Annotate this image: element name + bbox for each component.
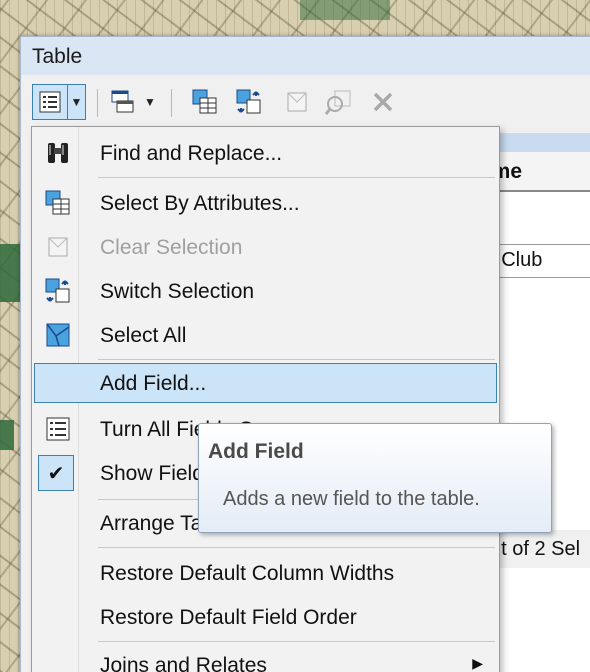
field-list-icon <box>44 415 72 443</box>
table-options-menu: Find and Replace... Select By Attributes… <box>31 126 500 672</box>
tooltip-title: Add Field <box>208 440 304 463</box>
menu-item-label: Switch Selection <box>100 280 255 303</box>
clear-selection-icon <box>287 92 307 112</box>
menu-item-joins-and-relates[interactable]: Joins and Relates ▶ <box>34 645 497 672</box>
menu-separator <box>98 177 495 178</box>
checkmark-icon: ✔ <box>38 455 74 491</box>
menu-item-switch-selection[interactable]: Switch Selection <box>34 271 497 311</box>
submenu-arrow-icon: ▶ <box>472 655 483 671</box>
window-title: Table <box>32 45 83 68</box>
table-options-icon <box>39 91 61 113</box>
related-tables-icon <box>111 90 134 113</box>
toolbar-separator <box>171 89 172 117</box>
delete-selected-button[interactable] <box>365 84 401 120</box>
menu-separator <box>98 547 495 548</box>
menu-item-label: Restore Default Column Widths <box>100 562 395 585</box>
menu-item-label: Select By Attributes... <box>100 192 300 215</box>
menu-item-select-by-attributes[interactable]: Select By Attributes... <box>34 183 497 223</box>
menu-item-clear-selection[interactable]: Clear Selection <box>34 227 497 267</box>
switch-selection-button[interactable] <box>231 84 267 120</box>
table-options-button[interactable] <box>32 84 68 120</box>
menu-separator <box>98 359 495 360</box>
menu-item-find-and-replace[interactable]: Find and Replace... <box>34 133 497 173</box>
menu-item-label: Restore Default Field Order <box>100 606 357 629</box>
tooltip-body: Adds a new field to the table. <box>223 488 480 510</box>
select-by-attributes-icon <box>192 89 217 114</box>
zoom-to-selected-button[interactable] <box>321 84 357 120</box>
switch-selection-icon <box>44 277 72 305</box>
menu-item-label: Add Field... <box>100 372 207 395</box>
binoculars-icon <box>44 139 72 167</box>
menu-separator <box>98 641 495 642</box>
clear-selection-icon <box>44 233 72 261</box>
related-tables-button[interactable] <box>105 84 141 120</box>
menu-item-label: Find and Replace... <box>100 142 283 165</box>
select-by-attributes-button[interactable] <box>187 84 223 120</box>
menu-item-select-all[interactable]: Select All <box>34 315 497 355</box>
clear-selection-button[interactable] <box>279 84 315 120</box>
menu-item-add-field[interactable]: Add Field... <box>34 363 497 403</box>
menu-item-label: Select All <box>100 324 187 347</box>
menu-item-restore-column-widths[interactable]: Restore Default Column Widths <box>34 553 497 593</box>
title-bar[interactable]: Table <box>21 37 590 75</box>
toolbar-separator <box>97 89 98 117</box>
zoom-to-selected-icon <box>325 90 351 115</box>
menu-item-label: Joins and Relates <box>100 654 267 672</box>
switch-selection-icon <box>236 89 261 114</box>
menu-item-label: Clear Selection <box>100 236 243 259</box>
menu-item-restore-field-order[interactable]: Restore Default Field Order <box>34 597 497 637</box>
table-toolbar: ▼ ▼ <box>21 79 590 127</box>
select-all-icon <box>44 321 72 349</box>
table-options-dropdown-arrow[interactable]: ▼ <box>68 84 86 120</box>
related-tables-dropdown-arrow[interactable]: ▼ <box>141 84 159 120</box>
add-field-tooltip: Add Field Adds a new field to the table. <box>198 423 552 533</box>
select-by-attributes-icon <box>44 189 72 217</box>
delete-icon <box>373 92 393 112</box>
